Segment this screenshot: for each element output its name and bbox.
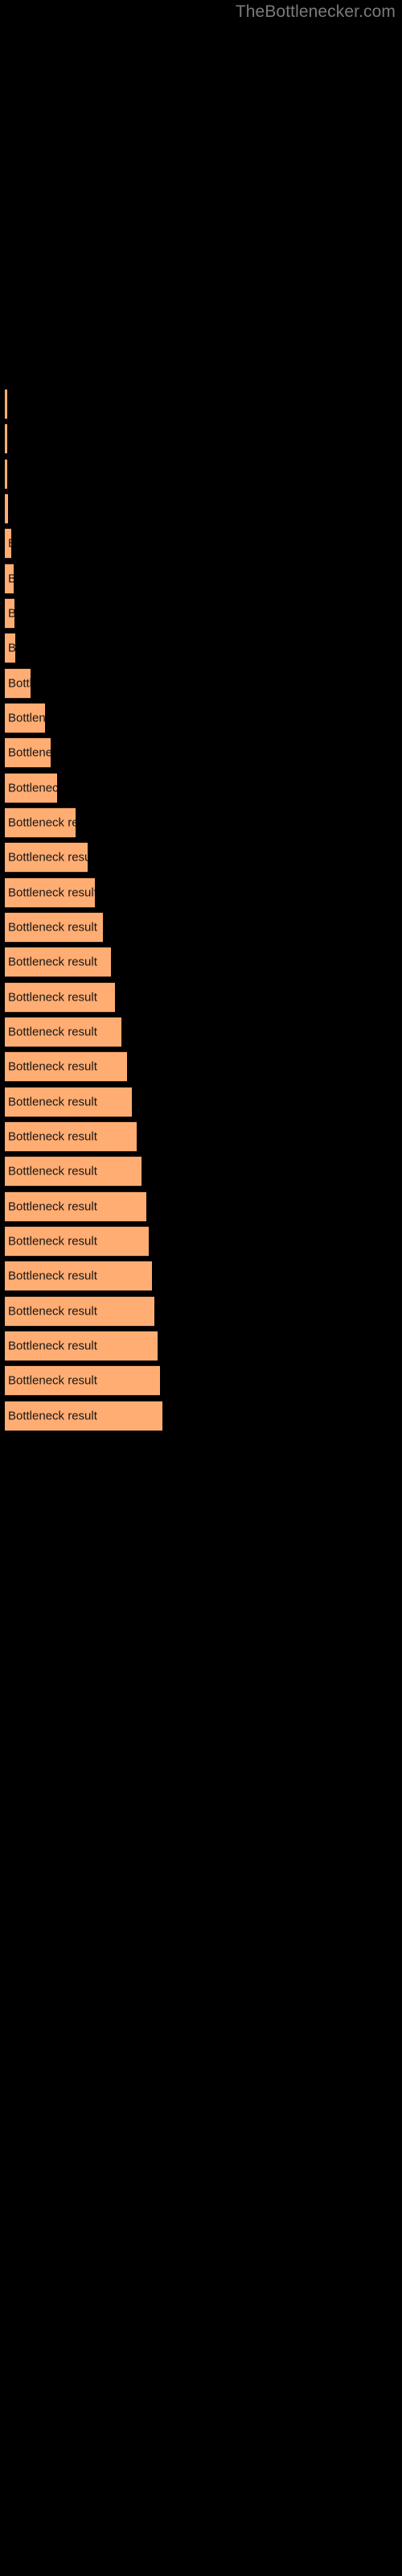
bar[interactable]: Bottleneck result — [5, 1121, 137, 1152]
bar-row: Bottleneck result — [0, 807, 402, 838]
bar-row: Bottleneck result — [0, 563, 402, 594]
bar[interactable]: Bottleneck result — [5, 563, 14, 594]
bar-label: Bottleneck result — [8, 642, 15, 655]
bar-label: Bottleneck result — [8, 1269, 97, 1283]
bar[interactable]: Bottleneck result — [5, 389, 7, 419]
bar-row: Bottleneck result — [0, 702, 402, 733]
bar[interactable]: Bottleneck result — [5, 1086, 132, 1117]
bar-row: Bottleneck result — [0, 458, 402, 489]
bar-label: Bottleneck result — [8, 781, 57, 795]
bar-row: Bottleneck result — [0, 737, 402, 769]
bar-label: Bottleneck result — [8, 1339, 97, 1353]
bar-label: Bottleneck result — [8, 606, 14, 620]
bar[interactable]: Bottleneck result — [5, 1016, 121, 1047]
bar-label: Bottleneck result — [8, 886, 95, 900]
bar-label: Bottleneck result — [8, 1095, 97, 1109]
bar[interactable]: Bottleneck result — [5, 667, 31, 699]
bar-label: Bottleneck result — [8, 572, 14, 585]
bar-row: Bottleneck result — [0, 1400, 402, 1431]
bar-row: Bottleneck result — [0, 772, 402, 803]
bar[interactable]: Bottleneck result — [5, 911, 103, 943]
bar-row: Bottleneck result — [0, 1295, 402, 1327]
bar-label: Bottleneck result — [8, 745, 51, 760]
bar[interactable]: Bottleneck result — [5, 633, 15, 664]
bottleneck-chart-page: TheBottlenecker.com Bottleneck resultBot… — [0, 0, 402, 2576]
bar-label: Bottleneck result — [8, 1129, 97, 1144]
bar[interactable]: Bottleneck result — [5, 1156, 142, 1187]
bar-row: Bottleneck result — [0, 1086, 402, 1117]
bar[interactable]: Bottleneck result — [5, 1295, 154, 1327]
bar[interactable]: Bottleneck result — [5, 1225, 149, 1257]
bar-label: Bottleneck result — [8, 1025, 97, 1039]
bar-label: Bottleneck result — [8, 955, 97, 969]
bar-row: Bottleneck result — [0, 1365, 402, 1397]
bar-row: Bottleneck result — [0, 1261, 402, 1292]
bar-row: Bottleneck result — [0, 423, 402, 455]
bar[interactable]: Bottleneck result — [5, 423, 7, 455]
bar[interactable]: Bottleneck result — [5, 458, 7, 489]
bar-row: Bottleneck result — [0, 1225, 402, 1257]
bar[interactable]: Bottleneck result — [5, 1261, 152, 1292]
bar[interactable]: Bottleneck result — [5, 597, 14, 629]
bar-row: Bottleneck result — [0, 1016, 402, 1047]
bar-label: Bottleneck result — [8, 1373, 97, 1388]
bar-row: Bottleneck result — [0, 667, 402, 699]
bar[interactable]: Bottleneck result — [5, 947, 111, 978]
bar-row: Bottleneck result — [0, 842, 402, 873]
bar-row: Bottleneck result — [0, 947, 402, 978]
bar-label: Bottleneck result — [8, 537, 11, 551]
bar-label: Bottleneck result — [8, 990, 97, 1005]
bar-label: Bottleneck result — [8, 1164, 97, 1179]
bar-row: Bottleneck result — [0, 1191, 402, 1222]
bar[interactable]: Bottleneck result — [5, 1051, 127, 1083]
bar[interactable]: Bottleneck result — [5, 981, 115, 1013]
bar-row: Bottleneck result — [0, 1156, 402, 1187]
bar-label: Bottleneck result — [8, 1409, 97, 1423]
bar-label: Bottleneck result — [8, 920, 97, 935]
bar-label: Bottleneck result — [8, 1234, 97, 1249]
bar-row: Bottleneck result — [0, 597, 402, 629]
bar-row: Bottleneck result — [0, 528, 402, 559]
bar[interactable]: Bottleneck result — [5, 877, 95, 908]
bar-row: Bottleneck result — [0, 1121, 402, 1152]
bar[interactable]: Bottleneck result — [5, 737, 51, 769]
bar[interactable]: Bottleneck result — [5, 842, 88, 873]
bar-row: Bottleneck result — [0, 493, 402, 524]
bar-row: Bottleneck result — [0, 911, 402, 943]
bar[interactable]: Bottleneck result — [5, 493, 8, 524]
bar-row: Bottleneck result — [0, 981, 402, 1013]
bar[interactable]: Bottleneck result — [5, 702, 45, 733]
bar[interactable]: Bottleneck result — [5, 772, 57, 803]
bar-row: Bottleneck result — [0, 389, 402, 419]
horizontal-bar-chart: Bottleneck result Bottleneck result Bottle… — [0, 0, 402, 2576]
bar-label: Bottleneck result — [8, 1059, 97, 1074]
bar[interactable]: Bottleneck result — [5, 807, 76, 838]
bar-label: Bottleneck result — [8, 676, 31, 691]
bar-label: Bottleneck result — [8, 850, 88, 865]
bar-label: Bottleneck result — [8, 1199, 97, 1214]
bar-label: Bottleneck result — [8, 815, 76, 830]
bar-row: Bottleneck result — [0, 1051, 402, 1083]
bar-label: Bottleneck result — [8, 711, 45, 725]
bar-row: Bottleneck result — [0, 633, 402, 664]
bar-row: Bottleneck result — [0, 877, 402, 908]
bar-row: Bottleneck result — [0, 1330, 402, 1361]
bar[interactable]: Bottleneck result — [5, 1365, 160, 1397]
bar-label: Bottleneck result — [8, 1304, 97, 1319]
bar[interactable]: Bottleneck result — [5, 1191, 146, 1222]
bar[interactable]: Bottleneck result — [5, 528, 11, 559]
bar[interactable]: Bottleneck result — [5, 1330, 158, 1361]
bar[interactable]: Bottleneck result — [5, 1400, 162, 1431]
